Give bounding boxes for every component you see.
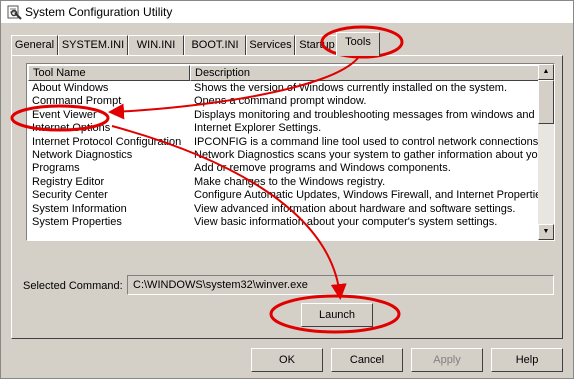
row-tool-name: Command Prompt <box>32 95 122 108</box>
row-description: Opens a command prompt window. <box>194 95 367 108</box>
selected-command-field: C:\WINDOWS\system32\winver.exe <box>127 275 554 295</box>
tab-system-ini[interactable]: SYSTEM.INI <box>58 35 128 55</box>
row-tool-name: System Properties <box>32 215 122 228</box>
row-tool-name: Security Center <box>32 189 108 202</box>
list-row[interactable]: Event Viewer Displays monitoring and trou… <box>28 108 540 122</box>
row-tool-name: Internet Options <box>32 122 111 135</box>
list-header: Tool Name Description <box>28 65 540 82</box>
list-row[interactable]: Command Prompt Opens a command prompt win… <box>28 95 538 108</box>
launch-button[interactable]: Launch <box>301 303 373 327</box>
msconfig-app-icon <box>7 5 22 20</box>
list-row[interactable]: Programs Add or remove programs and Windo… <box>28 162 538 175</box>
scroll-up-arrow-icon[interactable]: ▲ <box>538 64 554 80</box>
row-tool-name: About Windows <box>32 82 109 94</box>
scroll-down-arrow-icon[interactable]: ▼ <box>538 224 554 240</box>
row-tool-name: Programs <box>32 162 80 175</box>
ok-button[interactable]: OK <box>251 348 323 372</box>
list-row[interactable]: Internet Options Internet Explorer Settin… <box>28 122 538 135</box>
tab-services[interactable]: Services <box>246 35 295 55</box>
row-tool-name: System Information <box>32 202 127 215</box>
vertical-scrollbar[interactable]: ▲ ▼ <box>538 64 554 240</box>
list-row[interactable]: Internet Protocol Configuration IPCONFIG … <box>28 135 540 149</box>
row-description: Make changes to the Windows registry. <box>194 175 386 188</box>
list-row[interactable]: System Properties View basic information … <box>28 216 538 229</box>
system-configuration-window: System Configuration Utility General SYS… <box>0 0 574 379</box>
row-description: Internet Explorer Settings. <box>194 122 322 135</box>
row-description: Displays monitoring and troubleshooting … <box>194 108 540 121</box>
tab-boot-ini[interactable]: BOOT.INI <box>184 35 246 55</box>
tab-tools[interactable]: Tools <box>336 32 380 56</box>
row-tool-name: Event Viewer <box>32 108 97 121</box>
row-tool-name: Internet Protocol Configuration <box>32 135 182 148</box>
tools-list[interactable]: Tool Name Description About Windows Shows… <box>26 63 555 241</box>
row-description: Network Diagnostics scans your system to… <box>194 148 540 161</box>
tab-startup[interactable]: Startup <box>295 35 339 55</box>
selected-command-label: Selected Command: <box>23 280 123 292</box>
help-button[interactable]: Help <box>491 348 563 372</box>
apply-button: Apply <box>411 348 483 372</box>
column-header-description[interactable]: Description <box>190 65 540 81</box>
list-row[interactable]: About Windows Shows the version of Window… <box>28 82 538 95</box>
column-header-tool-name[interactable]: Tool Name <box>28 65 190 81</box>
tab-general[interactable]: General <box>11 35 58 55</box>
list-row[interactable]: Security Center Configure Automatic Updat… <box>28 189 540 202</box>
list-rows: About Windows Shows the version of Window… <box>28 82 540 229</box>
cancel-button[interactable]: Cancel <box>331 348 403 372</box>
list-row[interactable]: Registry Editor Make changes to the Windo… <box>28 176 538 189</box>
list-row[interactable]: Network Diagnostics Network Diagnostics s… <box>28 148 540 162</box>
tab-win-ini[interactable]: WIN.INI <box>128 35 184 55</box>
window-title: System Configuration Utility <box>25 5 173 19</box>
scrollbar-thumb[interactable] <box>538 80 554 124</box>
row-description: Shows the version of Windows currently i… <box>194 82 508 94</box>
row-description: Configure Automatic Updates, Windows Fir… <box>194 189 540 202</box>
title-bar: System Configuration Utility <box>1 1 573 23</box>
row-description: View advanced information about hardware… <box>194 202 516 215</box>
row-description: Add or remove programs and Windows compo… <box>194 162 451 175</box>
row-tool-name: Network Diagnostics <box>32 148 133 161</box>
row-description: IPCONFIG is a command line tool used to … <box>194 135 540 148</box>
row-tool-name: Registry Editor <box>32 175 105 188</box>
list-row[interactable]: System Information View advanced informat… <box>28 203 538 216</box>
row-description: View basic information about your comput… <box>194 215 498 228</box>
